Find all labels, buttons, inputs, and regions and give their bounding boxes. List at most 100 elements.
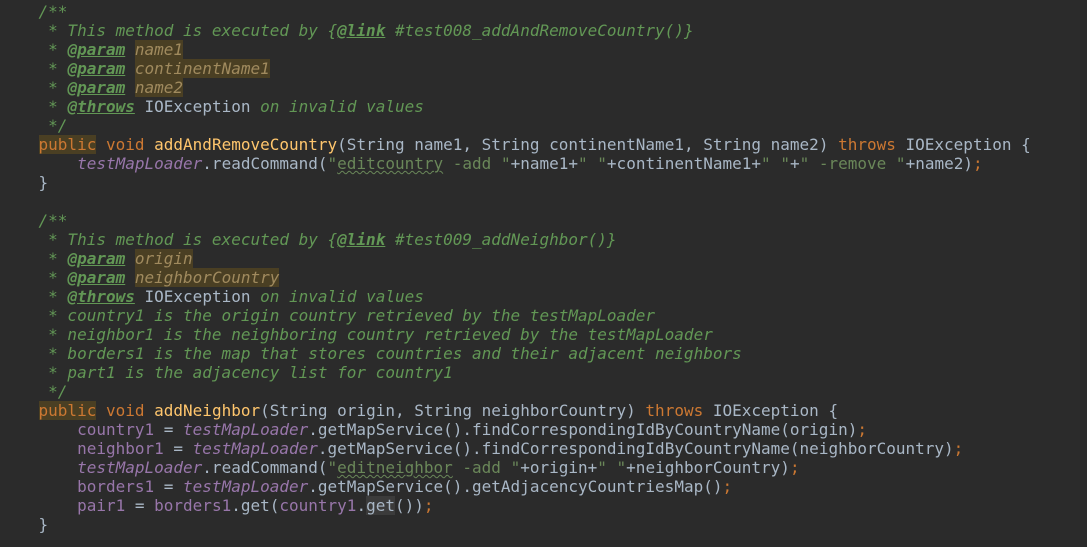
code-token: void	[105, 135, 145, 154]
code-line[interactable]: * @param neighborCountry	[0, 268, 1087, 287]
code-line[interactable]: testMapLoader.readCommand("editneighbor …	[0, 458, 1087, 477]
code-token: throws	[838, 135, 896, 154]
code-token: -add "	[443, 154, 511, 173]
code-line[interactable]: pair1 = borders1.get(country1.get());	[0, 496, 1087, 515]
code-editor[interactable]: /** * This method is executed by {@link …	[0, 0, 1087, 547]
code-line[interactable]: */	[0, 382, 1087, 401]
code-token: @throws	[67, 97, 135, 116]
code-token: @throws	[67, 287, 135, 306]
code-token: .readCommand(	[202, 154, 328, 173]
code-line[interactable]: * @throws IOException on invalid values	[0, 97, 1087, 116]
code-token: testMapLoader	[183, 477, 309, 496]
code-line[interactable]: neighbor1 = testMapLoader.getMapService(…	[0, 439, 1087, 458]
code-token: throws	[645, 401, 704, 420]
code-token: IOException	[144, 97, 251, 116]
code-token: @param	[67, 40, 126, 59]
code-line[interactable]: * This method is executed by {@link #tes…	[0, 21, 1087, 40]
code-token: "	[327, 458, 338, 477]
code-token: #test008_addAndRemoveCountry()}	[385, 21, 694, 40]
code-token: " "	[578, 154, 607, 173]
code-line[interactable]: public void addNeighbor(String origin, S…	[0, 401, 1087, 420]
code-token: .	[356, 496, 367, 515]
code-token: * neighbor1 is the neighboring country r…	[0, 325, 713, 344]
code-token: on invalid values	[250, 97, 424, 116]
code-token: *	[0, 268, 68, 287]
code-line[interactable]: }	[0, 173, 1087, 192]
code-token: #test009_addNeighbor()}	[385, 230, 617, 249]
code-token: }	[0, 515, 49, 534]
code-line[interactable]: * @param name2	[0, 78, 1087, 97]
code-token: .getMapService().findCorrespondingIdByCo…	[308, 420, 858, 439]
code-line[interactable]: country1 = testMapLoader.getMapService()…	[0, 420, 1087, 439]
code-token: +name1+	[510, 154, 579, 173]
code-token: ;	[973, 154, 983, 173]
code-line[interactable]: * borders1 is the map that stores countr…	[0, 344, 1087, 363]
code-token: +name2)	[905, 154, 973, 173]
code-token: testMapLoader	[183, 420, 309, 439]
code-token: */	[0, 116, 68, 135]
code-token: neighbor1	[77, 439, 164, 458]
code-line[interactable]: * @param name1	[0, 40, 1087, 59]
code-token: country1	[77, 420, 155, 439]
code-token: "	[327, 154, 338, 173]
code-token: continentName1	[134, 59, 270, 78]
code-token: name1	[134, 40, 184, 59]
code-token: country1	[279, 496, 357, 515]
code-line[interactable]	[0, 192, 1087, 211]
code-line[interactable]: testMapLoader.readCommand("editcountry -…	[0, 154, 1087, 173]
code-line[interactable]: /**	[0, 2, 1087, 21]
code-token: testMapLoader	[77, 154, 203, 173]
code-token: IOException	[144, 287, 251, 306]
code-line[interactable]: * @param continentName1	[0, 59, 1087, 78]
code-token: addNeighbor	[154, 401, 261, 420]
code-token: *	[0, 40, 68, 59]
code-token: on invalid values	[250, 287, 424, 306]
code-token: +neighborCountry)	[626, 458, 790, 477]
code-token: @param	[67, 59, 126, 78]
code-line[interactable]: * @throws IOException on invalid values	[0, 287, 1087, 306]
code-line[interactable]: * part1 is the adjacency list for countr…	[0, 363, 1087, 382]
code-token: IOException {	[703, 401, 839, 420]
code-token: ;	[953, 439, 964, 458]
code-token: (String origin, String neighborCountry)	[260, 401, 646, 420]
code-line[interactable]: borders1 = testMapLoader.getMapService()…	[0, 477, 1087, 496]
code-token: " "	[597, 458, 627, 477]
code-line[interactable]: public void addAndRemoveCountry(String n…	[0, 135, 1087, 154]
code-token: * This method is executed by {	[0, 21, 338, 40]
code-line[interactable]: * country1 is the origin country retriev…	[0, 306, 1087, 325]
code-line[interactable]: }	[0, 515, 1087, 534]
code-token: editneighbor	[337, 458, 453, 477]
code-line[interactable]: */	[0, 116, 1087, 135]
code-token: IOException {	[895, 135, 1031, 154]
code-token: .get(	[231, 496, 280, 515]
code-token: =	[163, 439, 193, 458]
code-token: testMapLoader	[77, 458, 203, 477]
code-token: +continentName1+	[606, 154, 762, 173]
code-token: -add "	[452, 458, 521, 477]
code-token: *	[0, 287, 68, 306]
code-line[interactable]: * @param origin	[0, 249, 1087, 268]
code-line[interactable]: /**	[0, 211, 1087, 230]
code-line[interactable]: * neighbor1 is the neighboring country r…	[0, 325, 1087, 344]
code-token: ())	[394, 496, 424, 515]
code-token: addAndRemoveCountry	[154, 135, 338, 154]
code-line[interactable]: * This method is executed by {@link #tes…	[0, 230, 1087, 249]
code-token: @param	[67, 249, 126, 268]
code-token: ;	[423, 496, 434, 515]
code-token: " "	[761, 154, 790, 173]
